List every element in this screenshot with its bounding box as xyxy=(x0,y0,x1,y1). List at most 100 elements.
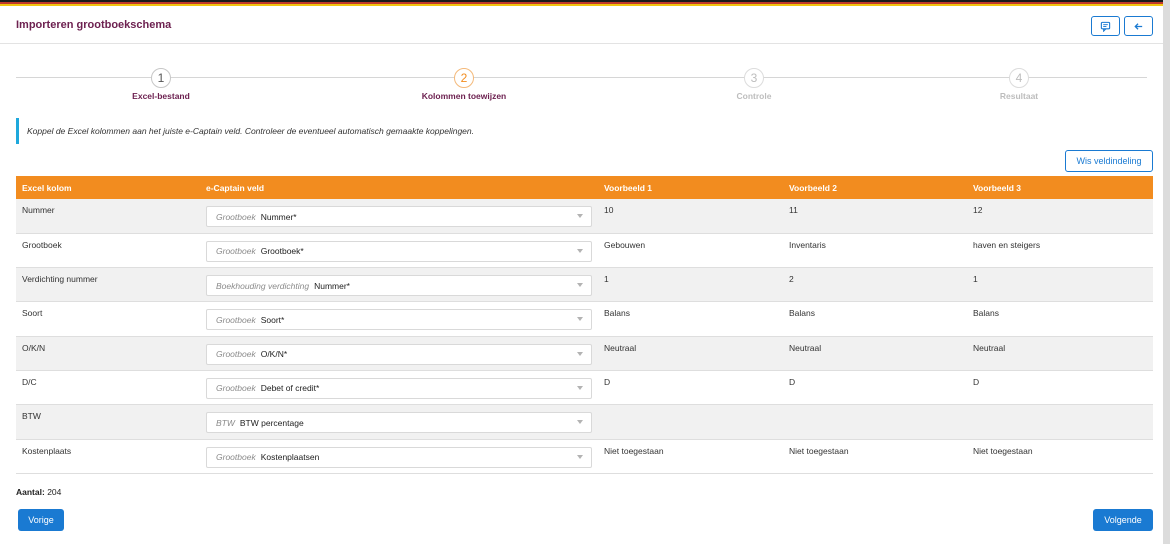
example-3: haven en steigers xyxy=(967,233,1153,269)
excel-column-name: O/K/N xyxy=(16,336,200,371)
chevron-down-icon xyxy=(577,385,583,390)
example-1: 1 xyxy=(598,267,783,303)
header-voorbeeld-3: Voorbeeld 3 xyxy=(967,176,1153,199)
header-ecaptain-veld: e-Captain veld xyxy=(200,176,598,199)
field-cell: Grootboek Grootboek* xyxy=(200,233,598,269)
example-1: Niet toegestaan xyxy=(598,439,783,474)
field-cell: Grootboek Nummer* xyxy=(200,199,598,234)
example-2: Neutraal xyxy=(783,336,967,371)
excel-column-name: D/C xyxy=(16,370,200,406)
table-row: Grootboek Grootboek Grootboek* Gebouwen Inve… xyxy=(16,233,1153,269)
clear-mapping-button[interactable]: Wis veldindeling xyxy=(1065,150,1153,172)
field-select[interactable]: Grootboek Grootboek* xyxy=(206,240,592,262)
scrollbar[interactable] xyxy=(1163,0,1170,544)
header-voorbeeld-1: Voorbeeld 1 xyxy=(598,176,783,199)
field-cell: BTW BTW percentage xyxy=(200,404,598,440)
panel-header: Importeren grootboekschema xyxy=(0,6,1163,44)
table-row: O/K/N Grootboek O/K/N* Neutraal Neutraal Neut… xyxy=(16,336,1153,371)
field-select[interactable]: Grootboek O/K/N* xyxy=(206,343,592,365)
table-row: Nummer Grootboek Nummer* 10 11 12 xyxy=(16,199,1153,234)
field-group-hint: Grootboek xyxy=(216,246,256,257)
field-cell: Boekhouding verdichting Nummer* xyxy=(200,267,598,303)
example-3: 12 xyxy=(967,199,1153,234)
step-number: 2 xyxy=(454,68,474,88)
excel-column-name: Grootboek xyxy=(16,233,200,269)
field-value: Debet of credit* xyxy=(260,383,320,394)
arrow-left-icon xyxy=(1134,22,1143,30)
field-value: Kostenplaatsen xyxy=(260,452,320,463)
chevron-down-icon xyxy=(577,283,583,288)
field-value: Grootboek* xyxy=(260,246,304,257)
field-select[interactable]: BTW BTW percentage xyxy=(206,412,592,434)
step-label: Kolommen toewijzen xyxy=(421,91,507,101)
field-select[interactable]: Grootboek Nummer* xyxy=(206,206,592,227)
field-value: BTW percentage xyxy=(239,417,304,428)
table-row: Verdichting nummer Boekhouding verdichtin… xyxy=(16,267,1153,303)
example-3: D xyxy=(967,370,1153,406)
field-value: Nummer* xyxy=(314,280,350,291)
next-button[interactable]: Volgende xyxy=(1093,509,1153,531)
example-3: 1 xyxy=(967,267,1153,303)
field-group-hint: BTW xyxy=(216,417,235,428)
example-3: Balans xyxy=(967,301,1153,337)
step-label: Excel-bestand xyxy=(132,91,190,101)
field-group-hint: Boekhouding verdichting xyxy=(216,280,310,291)
field-select[interactable]: Grootboek Kostenplaatsen xyxy=(206,446,592,468)
step-number: 1 xyxy=(151,68,171,88)
step-number: 4 xyxy=(1009,68,1029,88)
excel-column-name: Soort xyxy=(16,301,200,337)
page-title: Importeren grootboekschema xyxy=(16,18,172,31)
excel-column-name: BTW xyxy=(16,404,200,440)
chevron-down-icon xyxy=(577,214,583,218)
example-1: Neutraal xyxy=(598,336,783,371)
table-row: Kostenplaats Grootboek Kostenplaatsen Niet … xyxy=(16,439,1153,474)
import-panel: Importeren grootboekschema 1 Excel-besta… xyxy=(0,0,1163,544)
example-1 xyxy=(598,404,783,440)
field-cell: Grootboek O/K/N* xyxy=(200,336,598,371)
previous-button[interactable]: Vorige xyxy=(18,509,64,531)
header-voorbeeld-2: Voorbeeld 2 xyxy=(783,176,967,199)
comment-button[interactable] xyxy=(1091,16,1120,36)
step-kolommen-toewijzen: 2 Kolommen toewijzen xyxy=(404,68,524,101)
table-row: D/C Grootboek Debet of credit* D D D xyxy=(16,370,1153,406)
field-cell: Grootboek Kostenplaatsen xyxy=(200,439,598,474)
step-label: Resultaat xyxy=(999,91,1039,101)
chevron-down-icon xyxy=(577,454,583,459)
excel-column-name: Nummer xyxy=(16,199,200,234)
chevron-down-icon xyxy=(577,351,583,356)
count-label: Aantal: xyxy=(16,487,45,497)
example-1: D xyxy=(598,370,783,406)
field-select[interactable]: Boekhouding verdichting Nummer* xyxy=(206,275,592,297)
field-group-hint: Grootboek xyxy=(216,452,256,463)
example-2: Balans xyxy=(783,301,967,337)
excel-column-name: Verdichting nummer xyxy=(16,267,200,303)
field-cell: Grootboek Debet of credit* xyxy=(200,370,598,406)
example-2: Niet toegestaan xyxy=(783,439,967,474)
step-controle: 3 Controle xyxy=(694,68,814,101)
field-group-hint: Grootboek xyxy=(216,349,256,360)
field-group-hint: Grootboek xyxy=(216,383,256,394)
info-message: Koppel de Excel kolommen aan het juiste … xyxy=(16,118,474,144)
field-select[interactable]: Grootboek Debet of credit* xyxy=(206,377,592,399)
step-number: 3 xyxy=(744,68,764,88)
count-value: 204 xyxy=(47,487,62,497)
example-2: Inventaris xyxy=(783,233,967,269)
step-excel-bestand: 1 Excel-bestand xyxy=(101,68,221,101)
chevron-down-icon xyxy=(577,317,583,322)
step-resultaat: 4 Resultaat xyxy=(959,68,1079,101)
field-value: Nummer* xyxy=(260,211,297,222)
example-3: Neutraal xyxy=(967,336,1153,371)
field-value: O/K/N* xyxy=(260,349,288,360)
field-value: Soort* xyxy=(260,314,285,325)
field-select[interactable]: Grootboek Soort* xyxy=(206,309,592,331)
example-1: Balans xyxy=(598,301,783,337)
chevron-down-icon xyxy=(577,248,583,253)
example-1: 10 xyxy=(598,199,783,234)
back-button[interactable] xyxy=(1124,16,1153,36)
table-header-row: Excel kolom e-Captain veld Voorbeeld 1 V… xyxy=(16,176,1153,199)
example-2: D xyxy=(783,370,967,406)
excel-column-name: Kostenplaats xyxy=(16,439,200,474)
field-cell: Grootboek Soort* xyxy=(200,301,598,337)
wizard-stepper: 1 Excel-bestand 2 Kolommen toewijzen 3 C… xyxy=(16,44,1147,106)
example-1: Gebouwen xyxy=(598,233,783,269)
